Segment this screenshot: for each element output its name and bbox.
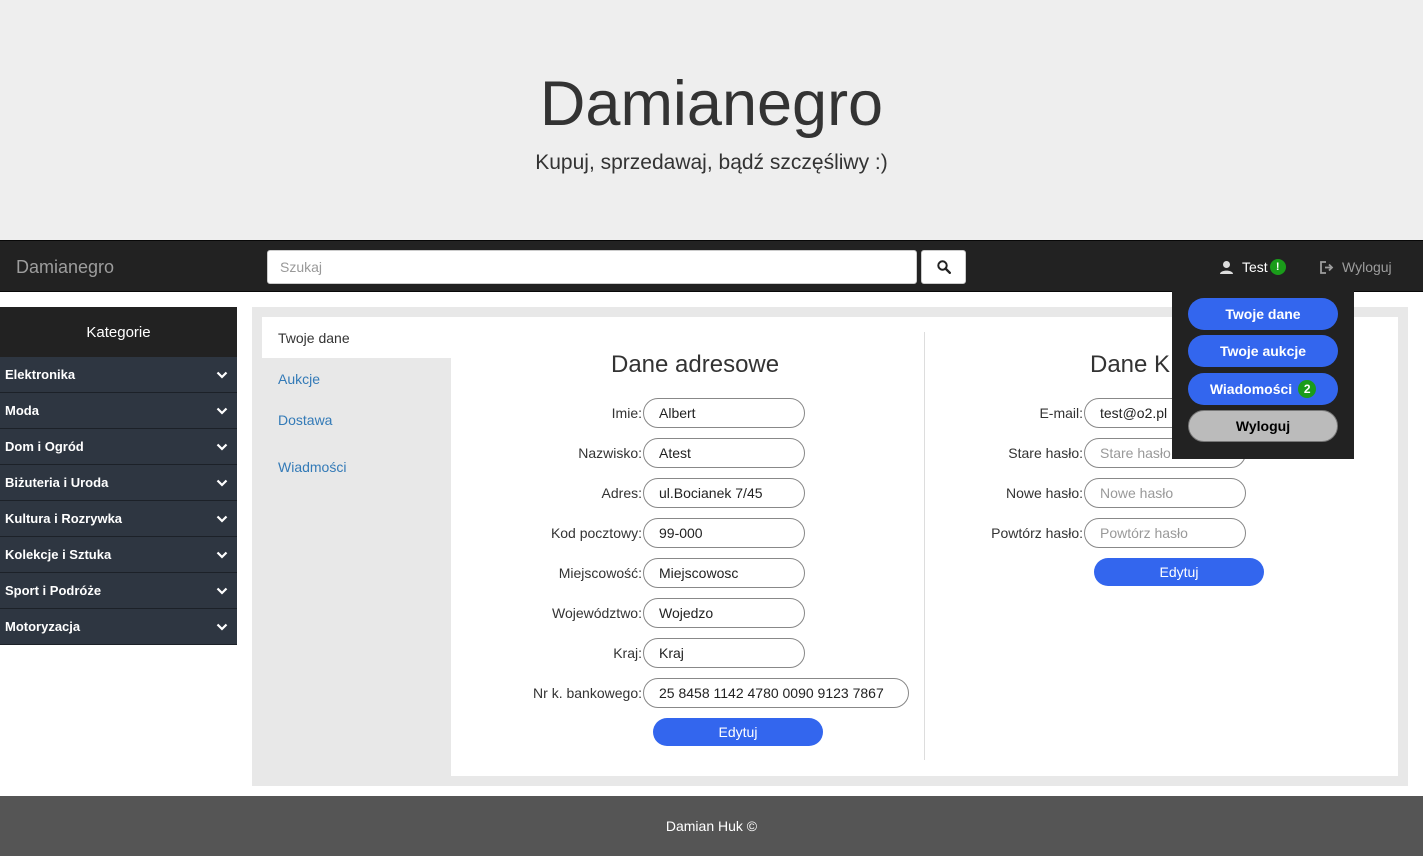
search-input[interactable] xyxy=(267,250,917,284)
category-item[interactable]: Biżuteria i Uroda xyxy=(0,465,237,501)
category-item[interactable]: Sport i Podróże xyxy=(0,573,237,609)
navbar: Damianegro Test ! Wyloguj xyxy=(0,240,1423,292)
menu-item-twoje-dane[interactable]: Twoje dane xyxy=(1188,298,1338,330)
navbar-brand[interactable]: Damianegro xyxy=(16,257,114,278)
site-subtitle: Kupuj, sprzedawaj, bądź szczęśliwy :) xyxy=(535,151,888,174)
categories-sidebar: Kategorie Elektronika Moda Dom i Ogród B… xyxy=(0,307,237,645)
category-item[interactable]: Motoryzacja xyxy=(0,609,237,645)
repeat-password-field[interactable] xyxy=(1084,518,1246,548)
first-name-label: Imie: xyxy=(611,405,642,421)
chevron-down-icon xyxy=(216,371,228,379)
country-field[interactable] xyxy=(643,638,805,668)
tab-aukcje[interactable]: Aukcje xyxy=(262,358,451,399)
page-footer: Damian Huk © xyxy=(0,796,1423,856)
logout-label: Wyloguj xyxy=(1342,259,1392,275)
site-title: Damianegro xyxy=(539,69,884,139)
city-label: Miejscowość: xyxy=(558,565,642,581)
first-name-field[interactable] xyxy=(643,398,805,428)
chevron-down-icon xyxy=(216,587,228,595)
bank-account-label: Nr k. bankowego: xyxy=(533,685,642,701)
user-dropdown-menu: Twoje dane Twoje aukcje Wiadomości 2 Wyl… xyxy=(1172,291,1354,459)
new-password-label: Nowe hasło: xyxy=(1005,485,1083,501)
footer-text: Damian Huk © xyxy=(665,818,758,834)
search-button[interactable] xyxy=(921,250,966,284)
new-password-field[interactable] xyxy=(1084,478,1246,508)
repeat-password-label: Powtórz hasło: xyxy=(991,525,1083,541)
logout-icon xyxy=(1320,260,1334,274)
sidebar-title: Kategorie xyxy=(0,307,237,357)
user-name: Test xyxy=(1242,259,1268,275)
menu-item-wyloguj[interactable]: Wyloguj xyxy=(1188,410,1338,442)
user-icon xyxy=(1220,260,1233,274)
last-name-field[interactable] xyxy=(643,438,805,468)
country-label: Kraj: xyxy=(613,645,642,661)
account-section-title: Dane K xyxy=(1090,351,1171,378)
menu-item-twoje-aukcje[interactable]: Twoje aukcje xyxy=(1188,335,1338,367)
account-edit-button[interactable]: Edytuj xyxy=(1094,558,1264,586)
tab-twoje-dane[interactable]: Twoje dane xyxy=(262,317,451,358)
tab-dostawa[interactable]: Dostawa xyxy=(262,399,451,440)
city-field[interactable] xyxy=(643,558,805,588)
page-header: Damianegro Kupuj, sprzedawaj, bądź szczę… xyxy=(0,0,1423,240)
voivodeship-field[interactable] xyxy=(643,598,805,628)
address-label: Adres: xyxy=(601,485,642,501)
chevron-down-icon xyxy=(216,551,228,559)
profile-tabs: Twoje dane Aukcje Dostawa Wiadmości xyxy=(262,317,451,493)
category-item[interactable]: Dom i Ogród xyxy=(0,429,237,465)
chevron-down-icon xyxy=(216,623,228,631)
bank-account-field[interactable] xyxy=(643,678,909,708)
category-item[interactable]: Moda xyxy=(0,393,237,429)
postal-code-label: Kod pocztowy: xyxy=(550,525,642,541)
messages-count-badge: 2 xyxy=(1298,380,1317,398)
search-icon xyxy=(936,260,951,274)
chevron-down-icon xyxy=(216,515,228,523)
address-section-title: Dane adresowe xyxy=(611,351,780,378)
address-edit-button[interactable]: Edytuj xyxy=(653,718,823,746)
old-password-label: Stare hasło: xyxy=(1008,445,1083,461)
postal-code-field[interactable] xyxy=(643,518,805,548)
chevron-down-icon xyxy=(216,407,228,415)
chevron-down-icon xyxy=(216,479,228,487)
user-menu-link[interactable]: Test ! xyxy=(1219,257,1286,277)
chevron-down-icon xyxy=(216,443,228,451)
category-item[interactable]: Elektronika xyxy=(0,357,237,393)
address-field[interactable] xyxy=(643,478,805,508)
menu-item-wiadomosci[interactable]: Wiadomości 2 xyxy=(1188,373,1338,405)
column-divider xyxy=(924,332,925,760)
logout-link[interactable]: Wyloguj xyxy=(1319,257,1392,277)
category-item[interactable]: Kolekcje i Sztuka xyxy=(0,537,237,573)
notification-badge: ! xyxy=(1269,259,1286,275)
last-name-label: Nazwisko: xyxy=(578,445,642,461)
email-label: E-mail: xyxy=(1039,405,1083,421)
category-item[interactable]: Kultura i Rozrywka xyxy=(0,501,237,537)
voivodeship-label: Województwo: xyxy=(551,605,642,621)
tab-wiadomosci[interactable]: Wiadmości xyxy=(262,440,451,493)
